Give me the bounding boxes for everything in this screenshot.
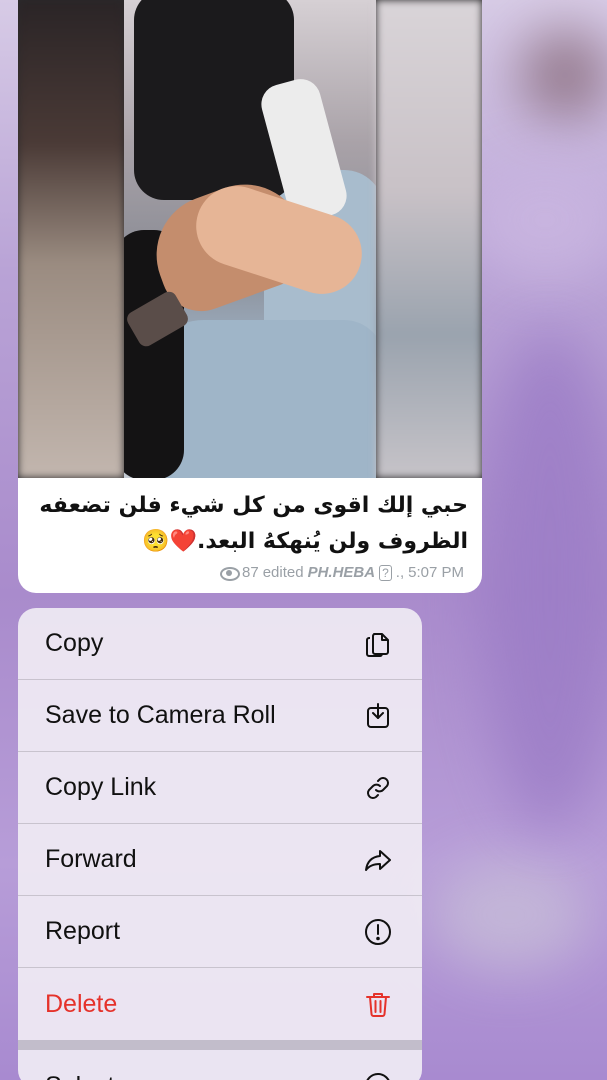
forward-icon	[362, 844, 394, 876]
message-photo[interactable]	[18, 0, 482, 478]
author-signature: PH.HEBA	[307, 564, 376, 581]
view-count: 87	[242, 564, 259, 581]
copy-icon	[362, 628, 394, 660]
menu-item-label: Forward	[45, 845, 137, 873]
eye-icon	[220, 566, 241, 581]
menu-item-select[interactable]: Select	[18, 1050, 422, 1080]
menu-item-label: Report	[45, 917, 121, 945]
caption-line-1: حبي إلك اقوى من كل شيء فلن تضعفه	[39, 493, 468, 518]
caption-line-2: الظروف ولن يُنهكهُ البعد.❤️🥺	[32, 524, 468, 560]
meta-separator: .,	[395, 564, 405, 581]
menu-item-label: Copy	[45, 629, 104, 657]
photo-image	[124, 0, 376, 478]
backdrop-blur	[430, 860, 590, 970]
context-menu: Copy Save to Camera Roll Copy Link Forwa…	[18, 608, 422, 1080]
menu-item-copy-link[interactable]: Copy Link	[18, 752, 422, 824]
menu-item-forward[interactable]: Forward	[18, 824, 422, 896]
caption-emoji: ❤️🥺	[142, 529, 197, 554]
message-meta: 87 edited PH.HEBA ?., 5:07 PM	[220, 564, 464, 581]
menu-item-label: Delete	[45, 989, 118, 1018]
menu-item-delete[interactable]: Delete	[18, 968, 422, 1040]
photo-blur-left	[18, 0, 124, 478]
menu-item-label: Copy Link	[45, 773, 157, 801]
edited-label: edited	[262, 564, 304, 581]
menu-separator	[18, 1040, 422, 1050]
backdrop-blur	[520, 30, 607, 120]
menu-item-report[interactable]: Report	[18, 896, 422, 968]
message-bubble[interactable]: حبي إلك اقوى من كل شيء فلن تضعفه الظروف …	[18, 0, 482, 593]
message-time: 5:07 PM	[408, 564, 464, 581]
menu-item-save-to-camera-roll[interactable]: Save to Camera Roll	[18, 680, 422, 752]
trash-icon	[362, 988, 394, 1020]
menu-item-label: Save to Camera Roll	[45, 701, 276, 729]
message-caption: حبي إلك اقوى من كل شيء فلن تضعفه الظروف …	[32, 488, 468, 560]
backdrop-blur	[480, 330, 607, 830]
photo-blur-right	[376, 0, 482, 478]
backdrop-blur	[470, 160, 607, 280]
report-icon	[362, 916, 394, 948]
caption-line-2-text: الظروف ولن يُنهكهُ البعد.	[196, 529, 468, 554]
link-icon	[362, 772, 394, 804]
menu-item-copy[interactable]: Copy	[18, 608, 422, 680]
select-icon	[362, 1070, 394, 1080]
download-icon	[362, 700, 394, 732]
menu-item-label: Select	[45, 1072, 114, 1080]
author-badge: ?	[379, 564, 392, 581]
